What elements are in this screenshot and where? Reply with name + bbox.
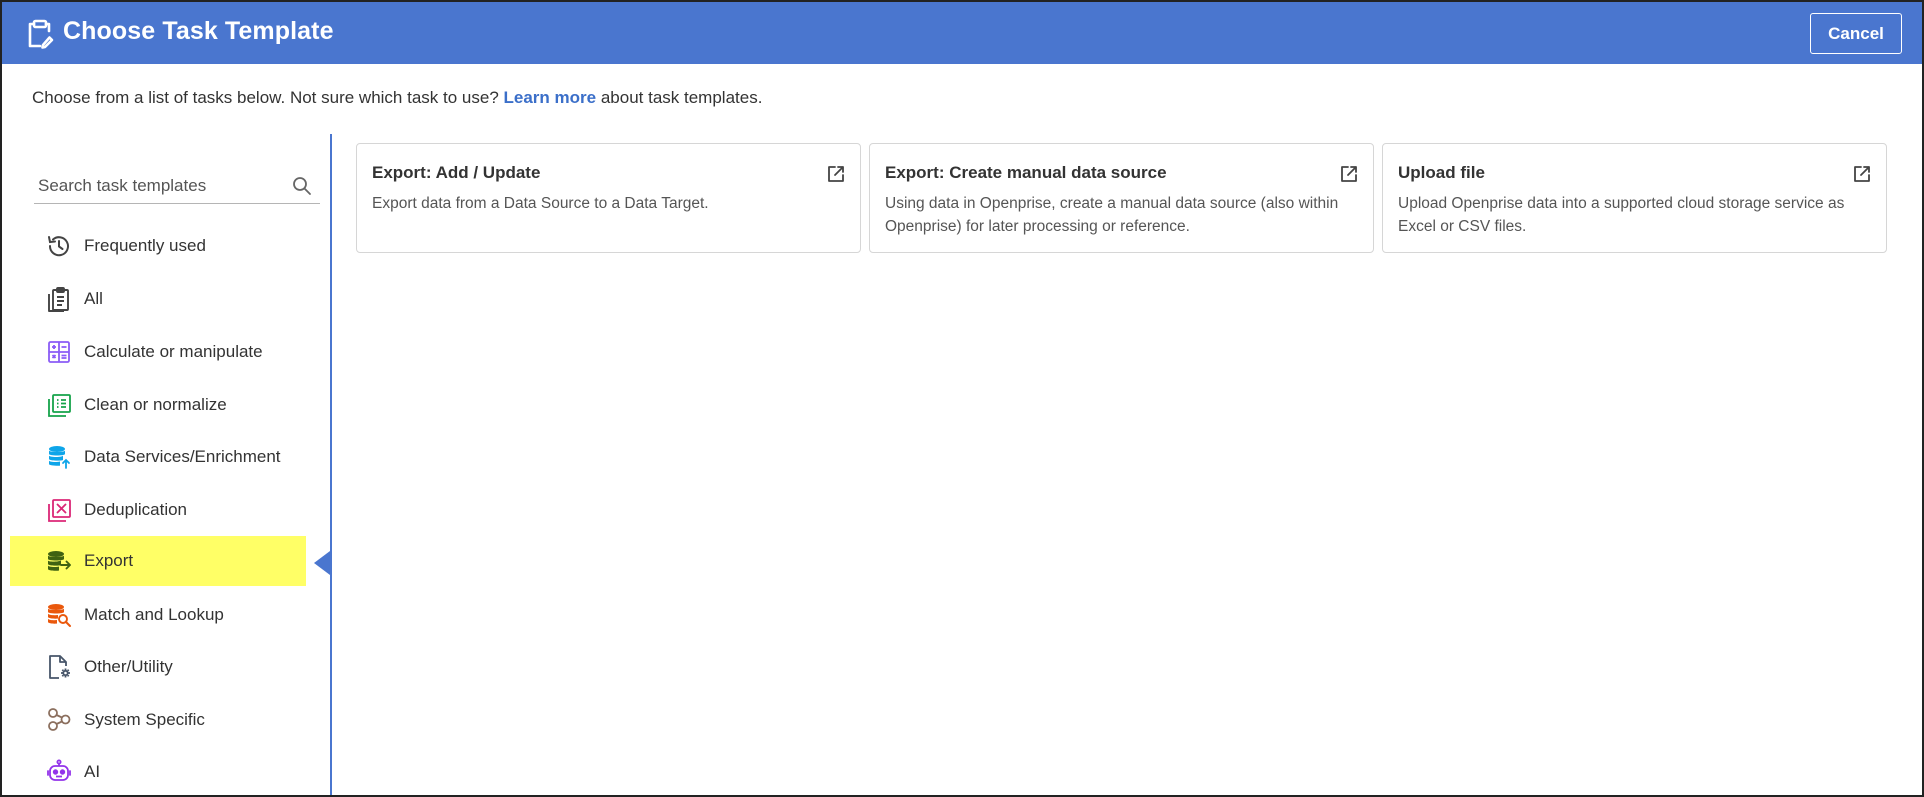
card-description: Upload Openprise data into a supported c… (1398, 195, 1845, 235)
database-search-icon (46, 602, 72, 628)
external-link-icon[interactable] (826, 164, 846, 184)
card-description: Using data in Openprise, create a manual… (885, 195, 1339, 235)
sidebar-item-label: AI (84, 762, 101, 781)
sidebar-divider (330, 134, 332, 795)
intro-prefix: Choose from a list of tasks below. Not s… (32, 88, 499, 107)
sidebar-item-label: Frequently used (84, 236, 206, 255)
clipboard-edit-icon (26, 19, 54, 49)
card-title: Export: Create manual data source (885, 163, 1167, 182)
sidebar-item-label: Match and Lookup (84, 605, 224, 624)
cancel-button[interactable]: Cancel (1810, 13, 1902, 54)
sidebar-item-label: All (84, 289, 103, 308)
sidebar-item-label: Calculate or manipulate (84, 342, 263, 361)
clipboard-list-icon (46, 286, 72, 312)
duplicate-remove-icon (46, 497, 72, 523)
calculator-icon (46, 339, 72, 365)
sidebar-item-label: Deduplication (84, 500, 188, 519)
template-card-export-add-update[interactable]: Export: Add / Update Export data from a … (356, 143, 861, 253)
external-link-icon[interactable] (1339, 164, 1359, 184)
search-input[interactable] (38, 172, 278, 200)
sidebar-item-deduplication[interactable]: Deduplication (10, 485, 306, 535)
sidebar-item-calculate[interactable]: Calculate or manipulate (10, 327, 306, 377)
learn-more-link[interactable]: Learn more (504, 88, 597, 107)
dialog-header: Choose Task Template Cancel (2, 2, 1922, 64)
intro-suffix: about task templates. (600, 88, 763, 107)
active-indicator-caret (314, 551, 330, 575)
sidebar-item-label: Export (84, 551, 134, 570)
card-title: Export: Add / Update (372, 163, 541, 182)
database-export-icon (46, 548, 72, 574)
sidebar-item-label: Clean or normalize (84, 395, 227, 414)
sidebar-item-label: System Specific (84, 710, 205, 729)
system-nodes-icon (46, 707, 72, 733)
task-template-dialog: Choose Task Template Cancel Choose from … (0, 0, 1924, 797)
sidebar-item-label: Data Services/Enrichment (84, 447, 281, 466)
search-box (34, 170, 320, 204)
search-icon[interactable] (292, 176, 312, 196)
sidebar-item-system-specific[interactable]: System Specific (10, 695, 306, 745)
external-link-icon[interactable] (1852, 164, 1872, 184)
sidebar-item-match-lookup[interactable]: Match and Lookup (10, 590, 306, 640)
sidebar-item-all[interactable]: All (10, 274, 306, 324)
template-card-upload-file[interactable]: Upload file Upload Openprise data into a… (1382, 143, 1887, 253)
robot-icon (46, 759, 72, 785)
card-description: Export data from a Data Source to a Data… (372, 195, 709, 212)
database-upload-icon (46, 444, 72, 470)
template-card-export-manual-source[interactable]: Export: Create manual data source Using … (869, 143, 1374, 253)
file-settings-icon (46, 654, 72, 680)
sidebar-item-clean[interactable]: Clean or normalize (10, 380, 306, 430)
table-clean-icon (46, 392, 72, 418)
card-title: Upload file (1398, 163, 1485, 182)
history-icon (46, 233, 72, 259)
sidebar-item-data-services[interactable]: Data Services/Enrichment (10, 432, 306, 482)
intro-text: Choose from a list of tasks below. Not s… (32, 88, 762, 108)
sidebar-item-other-utility[interactable]: Other/Utility (10, 642, 306, 692)
dialog-title: Choose Task Template (63, 17, 334, 45)
sidebar-item-label: Other/Utility (84, 657, 173, 676)
sidebar-item-export[interactable]: Export (10, 536, 306, 586)
sidebar-item-ai[interactable]: AI (10, 747, 306, 795)
sidebar-item-frequently-used[interactable]: Frequently used (10, 221, 306, 271)
